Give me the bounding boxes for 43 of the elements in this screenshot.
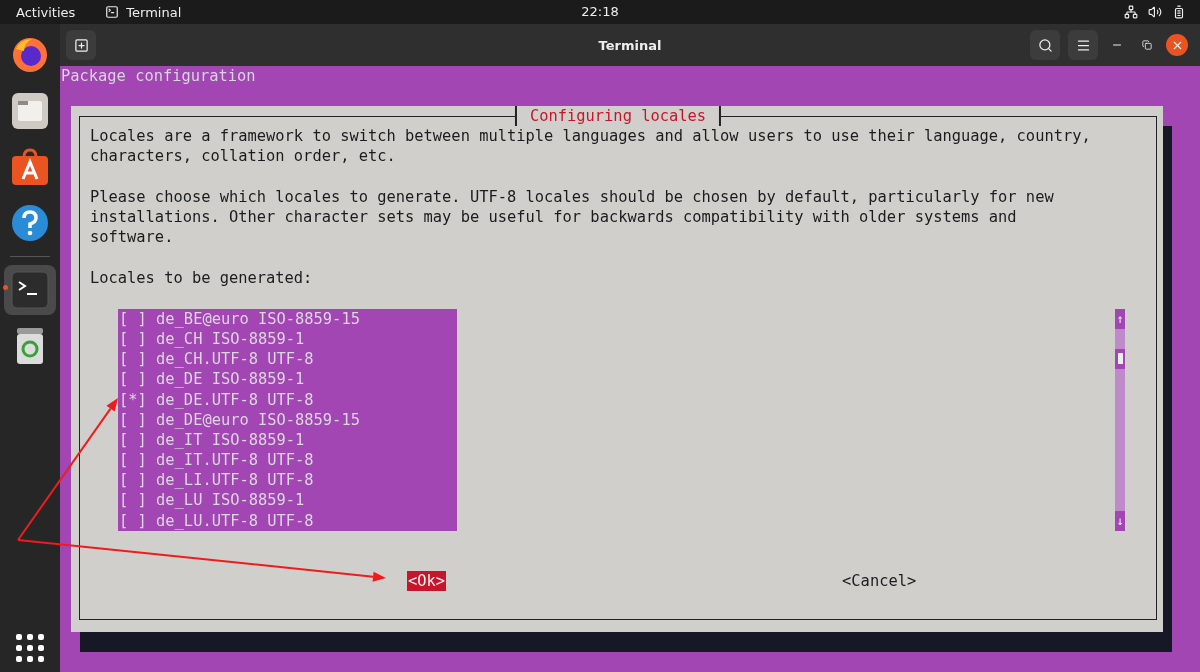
prompt-text: Locales to be generated: (90, 267, 314, 288)
locale-item[interactable]: [ ] de_LI.UTF-8 UTF-8 (119, 470, 457, 491)
menu-icon (1075, 37, 1091, 53)
locale-item[interactable]: [ ] de_DE@euro ISO-8859-15 (119, 409, 457, 430)
locale-item[interactable]: [ ] de_BE@euro ISO-8859-15 (119, 308, 457, 329)
scroll-thumb[interactable] (1115, 348, 1125, 369)
battery-icon[interactable] (1172, 5, 1186, 19)
dialog-button[interactable]: <Ok> (407, 570, 447, 591)
terminal-icon[interactable] (10, 270, 50, 310)
running-indicator (3, 285, 8, 290)
locale-item[interactable]: [ ] de_IT.UTF-8 UTF-8 (119, 450, 457, 471)
search-button[interactable] (1030, 30, 1060, 60)
locale-item[interactable]: [ ] de_LU.UTF-8 UTF-8 (119, 510, 457, 531)
clock[interactable]: 22:18 (581, 4, 619, 19)
folder-icon[interactable] (10, 91, 50, 131)
description-text: Locales are a framework to switch between multiple languages and allow users to use their language, country, characters, collation order, etc. (90, 126, 1092, 167)
dialog-button[interactable]: <Cancel> (841, 570, 918, 591)
app-menu[interactable]: Terminal (126, 4, 182, 20)
locale-item[interactable]: [ ] de_LU ISO-8859-1 (119, 490, 457, 511)
scrollbar[interactable]: ↑ ↓ (1115, 308, 1125, 531)
browser-icon[interactable] (10, 35, 50, 75)
search-icon (1037, 37, 1053, 53)
new-tab-button[interactable] (66, 30, 96, 60)
locale-item[interactable]: [ ] de_DE ISO-8859-1 (119, 369, 457, 390)
restore-icon (1142, 40, 1152, 50)
locale-item[interactable]: [ ] de_CH.UTF-8 UTF-8 (119, 349, 457, 370)
new-tab-icon (73, 37, 89, 53)
locale-item[interactable]: [ ] de_IT ISO-8859-1 (119, 429, 457, 451)
dialog-title: Configuring locales (514, 106, 722, 127)
close-button[interactable] (1166, 34, 1188, 56)
window-title: Terminal (598, 37, 662, 53)
activities-button[interactable]: Activities (16, 4, 76, 20)
description-text: Please choose which locales to generate. UTF-8 locales should be chosen by default, particularly for new installations. Other character sets may be useful for backwards compatibility with older systems and software. (90, 186, 1055, 248)
apps-grid-icon[interactable] (16, 634, 44, 662)
network-icon[interactable] (1124, 5, 1138, 19)
terminal-icon (105, 5, 120, 19)
locale-item[interactable]: [*] de_DE.UTF-8 UTF-8 (119, 389, 457, 410)
menu-button[interactable] (1068, 30, 1098, 60)
package-configuration-header: Package configuration (60, 66, 257, 87)
help-icon[interactable] (10, 203, 50, 243)
locale-item[interactable]: [ ] de_CH ISO-8859-1 (119, 329, 457, 350)
shopping-bag-icon[interactable] (10, 147, 50, 187)
volume-icon[interactable] (1148, 5, 1162, 19)
